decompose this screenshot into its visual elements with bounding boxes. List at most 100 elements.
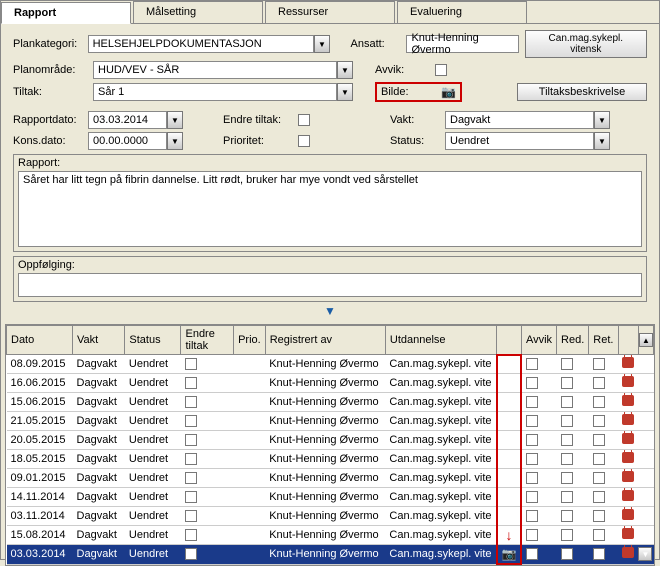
ret-chk[interactable] xyxy=(593,434,605,446)
avvik-chk[interactable] xyxy=(526,491,538,503)
endre-chk[interactable] xyxy=(185,491,197,503)
table-row[interactable]: 15.08.2014DagvaktUendretKnut-Henning Øve… xyxy=(7,526,654,545)
avvik-chk[interactable] xyxy=(526,396,538,408)
endre-chk[interactable] xyxy=(185,548,197,560)
ret-chk[interactable] xyxy=(593,453,605,465)
table-row[interactable]: 03.11.2014DagvaktUendretKnut-Henning Øve… xyxy=(7,507,654,526)
rapport-textarea[interactable]: Såret har litt tegn på fibrin dannelse. … xyxy=(18,171,642,247)
red-chk[interactable] xyxy=(561,358,573,370)
planomrade-field[interactable]: HUD/VEV - SÅR xyxy=(93,61,337,79)
cell-prio xyxy=(234,412,266,431)
rapportdato-dropdown[interactable]: ▼ xyxy=(167,111,183,129)
endre-chk[interactable] xyxy=(185,510,197,522)
th-status[interactable]: Status xyxy=(125,326,181,355)
table-row[interactable]: 08.09.2015DagvaktUendretKnut-Henning Øve… xyxy=(7,355,654,374)
table-row[interactable]: 14.11.2014DagvaktUendretKnut-Henning Øve… xyxy=(7,488,654,507)
planomrade-dropdown[interactable]: ▼ xyxy=(337,61,353,79)
table-row[interactable]: 20.05.2015DagvaktUendretKnut-Henning Øve… xyxy=(7,431,654,450)
ret-chk[interactable] xyxy=(593,415,605,427)
rapportdato-field[interactable]: 03.03.2014 xyxy=(88,111,167,129)
th-avvik[interactable]: Avvik xyxy=(521,326,556,355)
avvik-chk[interactable] xyxy=(526,548,538,560)
th-ret[interactable]: Ret. xyxy=(589,326,619,355)
endre-chk[interactable] xyxy=(185,529,197,541)
ret-chk[interactable] xyxy=(593,358,605,370)
camera-icon[interactable]: 📷 xyxy=(441,85,456,99)
scroll-up-button[interactable]: ▲ xyxy=(639,333,653,347)
tab-rapport[interactable]: Rapport xyxy=(1,2,131,24)
oppfolging-textarea[interactable] xyxy=(18,273,642,297)
ret-chk[interactable] xyxy=(593,529,605,541)
ret-chk[interactable] xyxy=(593,396,605,408)
red-chk[interactable] xyxy=(561,529,573,541)
red-chk[interactable] xyxy=(561,510,573,522)
red-chk[interactable] xyxy=(561,377,573,389)
status-dropdown[interactable]: ▼ xyxy=(594,132,610,150)
red-chk[interactable] xyxy=(561,415,573,427)
vakt-dropdown[interactable]: ▼ xyxy=(594,111,610,129)
avvik-chk[interactable] xyxy=(526,453,538,465)
endre-chk[interactable] xyxy=(185,358,197,370)
scroll-down-button[interactable]: ▼ xyxy=(638,547,652,561)
collapse-arrow-icon[interactable]: ▼ xyxy=(13,304,647,318)
tab-ressurser[interactable]: Ressurser xyxy=(265,1,395,23)
ret-chk[interactable] xyxy=(593,491,605,503)
plankategori-dropdown[interactable]: ▼ xyxy=(314,35,330,53)
can-mag-button[interactable]: Can.mag.sykepl. vitensk xyxy=(525,30,647,58)
ret-chk[interactable] xyxy=(593,548,605,560)
endre-chk[interactable] xyxy=(185,453,197,465)
tiltak-dropdown[interactable]: ▼ xyxy=(337,83,353,101)
table-row[interactable]: 16.06.2015DagvaktUendretKnut-Henning Øve… xyxy=(7,374,654,393)
camera-icon[interactable]: 📷 xyxy=(502,547,517,561)
th-endre[interactable]: Endre tiltak xyxy=(181,326,234,355)
th-utd[interactable]: Utdannelse xyxy=(385,326,496,355)
ansatt-field[interactable]: Knut-Henning Øvermo xyxy=(406,35,519,53)
ret-chk[interactable] xyxy=(593,377,605,389)
endre-chk[interactable] xyxy=(185,396,197,408)
ret-chk[interactable] xyxy=(593,510,605,522)
vakt-field[interactable]: Dagvakt xyxy=(445,111,594,129)
ret-chk[interactable] xyxy=(593,472,605,484)
avvik-checkbox[interactable] xyxy=(435,64,447,76)
prioritet-checkbox[interactable] xyxy=(298,135,310,147)
table-row[interactable]: 15.06.2015DagvaktUendretKnut-Henning Øve… xyxy=(7,393,654,412)
table-row[interactable]: 09.01.2015DagvaktUendretKnut-Henning Øve… xyxy=(7,469,654,488)
table-row[interactable]: 21.05.2015DagvaktUendretKnut-Henning Øve… xyxy=(7,412,654,431)
tab-evaluering[interactable]: Evaluering xyxy=(397,1,527,23)
red-chk[interactable] xyxy=(561,396,573,408)
tiltak-field[interactable]: Sår 1 xyxy=(93,83,337,101)
tab-malsetting[interactable]: Målsetting xyxy=(133,1,263,23)
endre-tiltak-checkbox[interactable] xyxy=(298,114,310,126)
cell-endre xyxy=(181,412,234,431)
th-dato[interactable]: Dato xyxy=(7,326,73,355)
plankategori-field[interactable]: HELSEHJELPDOKUMENTASJON xyxy=(88,35,314,53)
avvik-chk[interactable] xyxy=(526,377,538,389)
avvik-chk[interactable] xyxy=(526,529,538,541)
red-chk[interactable] xyxy=(561,472,573,484)
red-chk[interactable] xyxy=(561,491,573,503)
avvik-chk[interactable] xyxy=(526,510,538,522)
table-row[interactable]: 18.05.2015DagvaktUendretKnut-Henning Øve… xyxy=(7,450,654,469)
endre-chk[interactable] xyxy=(185,434,197,446)
avvik-chk[interactable] xyxy=(526,434,538,446)
label-rapport: Rapport: xyxy=(18,157,642,169)
th-img[interactable] xyxy=(497,326,522,355)
endre-chk[interactable] xyxy=(185,415,197,427)
th-reg[interactable]: Registrert av xyxy=(265,326,385,355)
konsdato-field[interactable]: 00.00.0000 xyxy=(88,132,167,150)
red-chk[interactable] xyxy=(561,453,573,465)
th-red[interactable]: Red. xyxy=(557,326,589,355)
tiltaksbeskrivelse-button[interactable]: Tiltaksbeskrivelse xyxy=(517,83,647,101)
status-field[interactable]: Uendret xyxy=(445,132,594,150)
th-vakt[interactable]: Vakt xyxy=(73,326,125,355)
red-chk[interactable] xyxy=(561,434,573,446)
konsdato-dropdown[interactable]: ▼ xyxy=(167,132,183,150)
red-chk[interactable] xyxy=(561,548,573,560)
avvik-chk[interactable] xyxy=(526,415,538,427)
endre-chk[interactable] xyxy=(185,472,197,484)
th-prio[interactable]: Prio. xyxy=(234,326,266,355)
endre-chk[interactable] xyxy=(185,377,197,389)
avvik-chk[interactable] xyxy=(526,472,538,484)
avvik-chk[interactable] xyxy=(526,358,538,370)
table-row[interactable]: 03.03.2014DagvaktUendretKnut-Henning Øve… xyxy=(7,545,654,565)
